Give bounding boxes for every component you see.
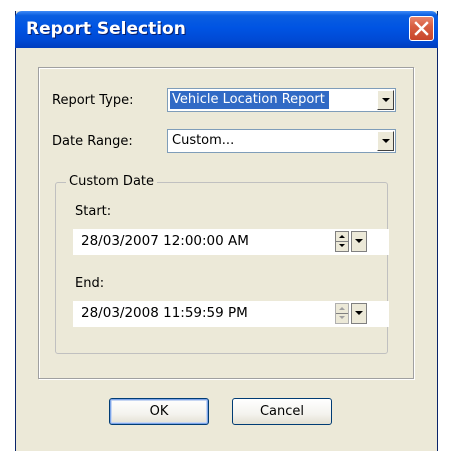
date-range-dropdown-button[interactable] [377, 131, 394, 151]
spin-down-icon[interactable] [336, 314, 348, 323]
end-date-label: End: [75, 276, 105, 291]
chevron-down-icon [382, 139, 390, 143]
end-date-value: 28/03/2008 11:59:59 PM [81, 305, 248, 321]
date-range-value: Custom... [172, 133, 235, 148]
report-type-value: Vehicle Location Report [170, 91, 329, 109]
date-range-select[interactable]: Custom... [167, 129, 396, 153]
chevron-down-icon [355, 239, 363, 243]
chevron-down-icon [382, 98, 390, 102]
spin-up-icon[interactable] [336, 304, 348, 314]
title-bar[interactable]: Report Selection [15, 11, 438, 48]
start-date-dropdown-button[interactable] [351, 231, 367, 252]
ok-button[interactable]: OK [109, 398, 209, 425]
start-date-label: Start: [75, 204, 112, 219]
close-button[interactable] [409, 16, 434, 41]
end-date-spinner[interactable] [335, 303, 349, 324]
spin-up-icon[interactable] [336, 232, 348, 242]
report-type-label: Report Type: [52, 93, 134, 108]
end-date-dropdown-button[interactable] [351, 303, 367, 324]
start-date-picker[interactable]: 28/03/2007 12:00:00 AM [73, 229, 389, 255]
date-range-label: Date Range: [52, 134, 133, 149]
close-icon [414, 21, 429, 36]
custom-date-legend: Custom Date [66, 174, 158, 189]
start-date-spinner[interactable] [335, 231, 349, 252]
cancel-button[interactable]: Cancel [232, 398, 332, 425]
chevron-down-icon [355, 311, 363, 315]
report-type-select[interactable]: Vehicle Location Report [167, 88, 396, 112]
spin-down-icon[interactable] [336, 242, 348, 251]
end-date-picker[interactable]: 28/03/2008 11:59:59 PM [73, 301, 389, 327]
start-date-value: 28/03/2007 12:00:00 AM [81, 233, 249, 249]
report-type-dropdown-button[interactable] [377, 90, 394, 110]
window-title: Report Selection [26, 19, 186, 39]
